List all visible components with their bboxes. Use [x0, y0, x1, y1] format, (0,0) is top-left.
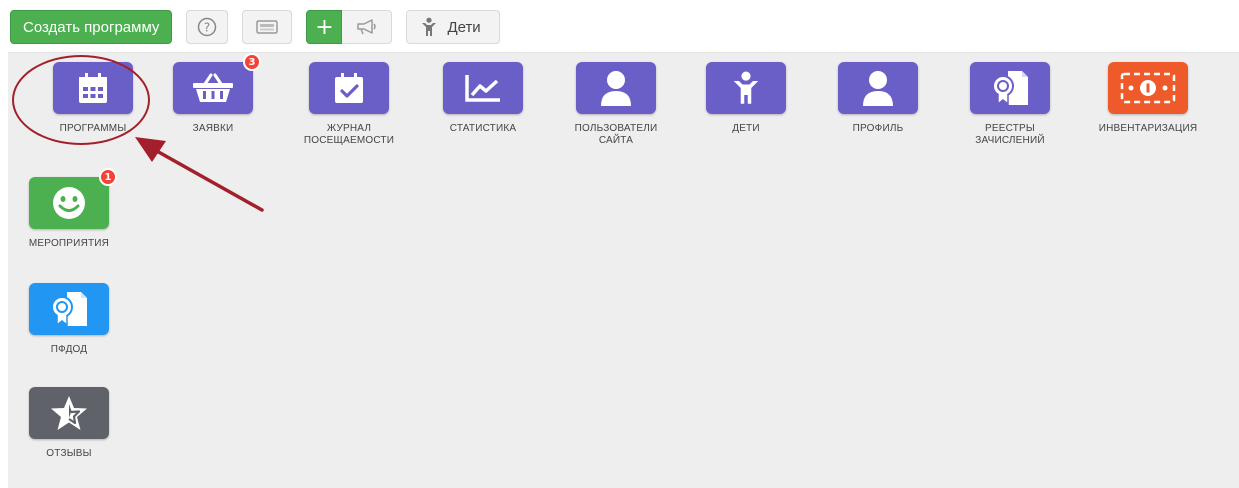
tile-pfdod[interactable]: ПФДОД	[4, 283, 134, 356]
tile-events-icon-box: 1	[29, 168, 117, 229]
calendar-check-icon	[335, 73, 363, 103]
toolbar: Создать программу ? + Дети	[10, 9, 500, 45]
tile-statistics[interactable]: СТАТИСТИКА	[418, 62, 548, 135]
tile-requests-label: ЗАЯВКИ	[192, 123, 234, 134]
announcement-button[interactable]	[342, 10, 393, 44]
tile-children-label: ДЕТИ	[732, 123, 760, 134]
tile-reviews-label: ОТЗЫВЫ	[46, 448, 92, 459]
tile-enrollment-registers-label: РЕЕСТРЫ ЗАЧИСЛЕНИЙ	[975, 123, 1045, 146]
tile-profile-label: ПРОФИЛЬ	[852, 123, 904, 134]
tile-profile[interactable]: ПРОФИЛЬ	[813, 62, 943, 135]
child-icon	[733, 71, 759, 104]
tile-site-users[interactable]: ПОЛЬЗОВАТЕЛИ САЙТА	[551, 62, 681, 147]
tile-requests[interactable]: 3 ЗАЯВКИ	[148, 53, 278, 135]
chart-icon	[465, 75, 500, 102]
add-button[interactable]: +	[306, 10, 343, 44]
create-program-button[interactable]: Создать программу	[10, 10, 173, 44]
tile-enrollment-registers[interactable]: РЕЕСТРЫ ЗАЧИСЛЕНИЙ	[945, 62, 1075, 147]
tile-pfdod-label: ПФДОД	[50, 344, 88, 355]
print-icon	[256, 20, 279, 34]
smiley-icon	[53, 187, 85, 219]
tile-inventory-icon-box	[1108, 62, 1188, 114]
star-icon	[51, 396, 87, 430]
megaphone-icon	[357, 19, 376, 35]
events-badge: 1	[99, 168, 117, 186]
tile-attendance-label: ЖУРНАЛ ПОСЕЩАЕМОСТИ	[303, 123, 395, 146]
tile-statistics-icon-box	[443, 62, 523, 114]
tile-events[interactable]: 1 МЕРОПРИЯТИЯ	[4, 168, 134, 250]
tile-attendance[interactable]: ЖУРНАЛ ПОСЕЩАЕМОСТИ	[284, 62, 414, 147]
tile-requests-icon-box: 3	[173, 53, 261, 114]
tile-inventory[interactable]: ИНВЕНТАРИЗАЦИЯ	[1083, 62, 1213, 135]
tile-enrollment-registers-icon-box	[970, 62, 1050, 114]
tile-reviews-icon-box	[29, 387, 109, 439]
basket-icon	[193, 73, 233, 102]
tile-children[interactable]: ДЕТИ	[681, 62, 811, 135]
kids-button-label: Дети	[447, 18, 481, 36]
tile-site-users-icon-box	[576, 62, 656, 114]
svg-text:?: ?	[204, 21, 210, 35]
print-button[interactable]	[242, 10, 293, 44]
child-icon	[422, 17, 437, 36]
help-circle-icon: ?	[198, 17, 217, 37]
help-button[interactable]: ?	[186, 10, 229, 44]
requests-badge: 3	[243, 53, 261, 71]
tile-attendance-icon-box	[309, 62, 389, 114]
tile-pfdod-icon-box	[29, 283, 109, 335]
tile-events-label: МЕРОПРИЯТИЯ	[28, 238, 110, 249]
modules-panel: ПРОГРАММЫ 3 ЗАЯВКИ ЖУРНАЛ ПОСЕЩАЕМОСТИ С…	[8, 52, 1239, 488]
tile-site-users-label: ПОЛЬЗОВАТЕЛИ САЙТА	[574, 123, 658, 146]
money-icon	[1120, 72, 1176, 104]
user-icon	[601, 71, 631, 106]
tile-reviews[interactable]: ОТЗЫВЫ	[4, 387, 134, 460]
plus-icon: +	[315, 14, 334, 40]
tile-inventory-label: ИНВЕНТАРИЗАЦИЯ	[1098, 123, 1198, 134]
certificate-icon	[51, 292, 87, 327]
tile-profile-icon-box	[838, 62, 918, 114]
tile-children-icon-box	[706, 62, 786, 114]
tile-statistics-label: СТАТИСТИКА	[449, 123, 517, 134]
certificate-icon	[992, 71, 1028, 106]
highlight-ellipse	[12, 55, 150, 145]
page: Создать программу ? + Дети ПРОГРАММЫ 3 З…	[0, 0, 1239, 488]
profile-icon	[863, 71, 893, 106]
kids-button[interactable]: Дети	[406, 10, 500, 44]
add-group: +	[306, 10, 393, 44]
